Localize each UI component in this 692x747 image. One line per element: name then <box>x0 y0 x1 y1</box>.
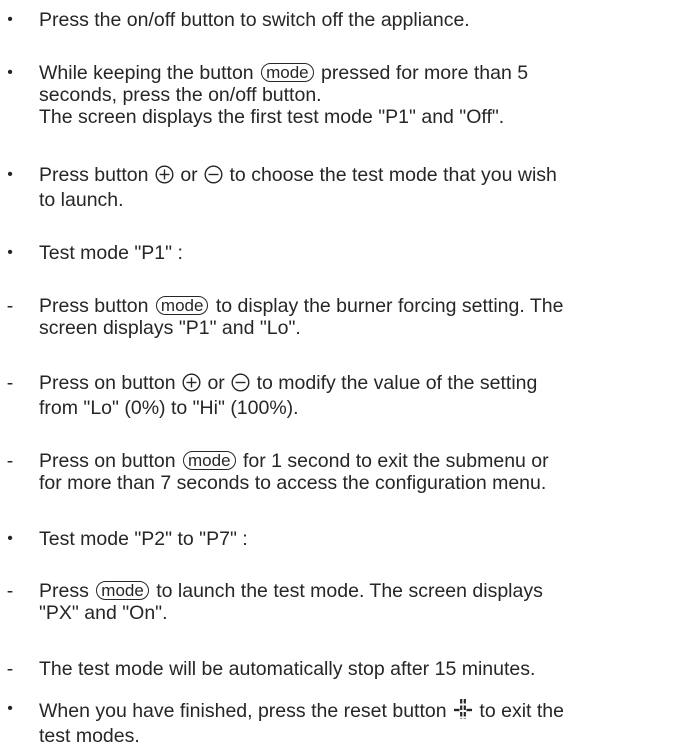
item-text: or <box>180 164 198 186</box>
mode-button-icon: mode <box>155 296 209 315</box>
item-text: for 1 second to exit the submenu or <box>242 450 549 472</box>
item-text: Press button <box>39 164 149 186</box>
item-text: Press <box>39 580 89 602</box>
item-text: for more than 7 seconds to access the co… <box>39 472 547 494</box>
item-text: Test mode "P1" : <box>39 242 183 264</box>
dash-marker: - <box>6 295 14 317</box>
bullet-marker: • <box>7 64 13 81</box>
mode-button-icon: mode <box>96 581 149 600</box>
bullet-marker: • <box>7 166 13 183</box>
dash-marker: - <box>6 580 14 602</box>
item-text: from "Lo" (0%) to "Hi" (100%). <box>39 397 299 419</box>
bullet-marker: • <box>7 700 13 717</box>
item-text: to modify the value of the setting <box>256 372 538 394</box>
item-text: or <box>207 372 225 394</box>
dash-marker: - <box>6 658 14 680</box>
mode-button-icon: mode <box>261 63 314 82</box>
bullet-marker: • <box>7 530 13 547</box>
instructions-page: • Press the on/off button to switch off … <box>0 0 692 747</box>
item-text: "PX" and "On". <box>39 602 168 624</box>
item-text: Press button <box>39 295 149 317</box>
mode-button-icon: mode <box>183 451 236 470</box>
item-text: to launch. <box>39 189 124 211</box>
item-text: Press on button <box>39 372 176 394</box>
item-text: to launch the test mode. The screen disp… <box>156 580 543 602</box>
item-text: Press the on/off button to switch off th… <box>39 9 470 31</box>
item-text: The test mode will be automatically stop… <box>39 658 536 680</box>
item-text: to exit the <box>479 700 564 722</box>
item-text: test modes. <box>39 725 140 747</box>
item-text: When you have finished, press the reset … <box>39 700 447 722</box>
minus-circle-icon <box>231 373 250 397</box>
plus-circle-icon <box>182 373 201 397</box>
reset-button-icon <box>453 698 473 725</box>
item-text: Test mode "P2" to "P7" : <box>39 528 248 550</box>
dash-marker: - <box>6 372 14 394</box>
item-text: to choose the test mode that you wish <box>229 164 557 186</box>
item-text: seconds, press the on/off button. <box>39 84 322 106</box>
dash-marker: - <box>6 450 14 472</box>
item-text: to display the burner forcing setting. T… <box>215 295 564 317</box>
bullet-marker: • <box>7 11 13 28</box>
plus-circle-icon <box>155 165 174 189</box>
item-text: pressed for more than 5 <box>321 62 529 84</box>
item-text: The screen displays the first test mode … <box>39 106 505 128</box>
minus-circle-icon <box>204 165 223 189</box>
bullet-marker: • <box>7 244 13 261</box>
item-text: screen displays "P1" and "Lo". <box>39 317 301 339</box>
item-text: While keeping the button <box>39 62 254 84</box>
item-text: Press on button <box>39 450 176 472</box>
